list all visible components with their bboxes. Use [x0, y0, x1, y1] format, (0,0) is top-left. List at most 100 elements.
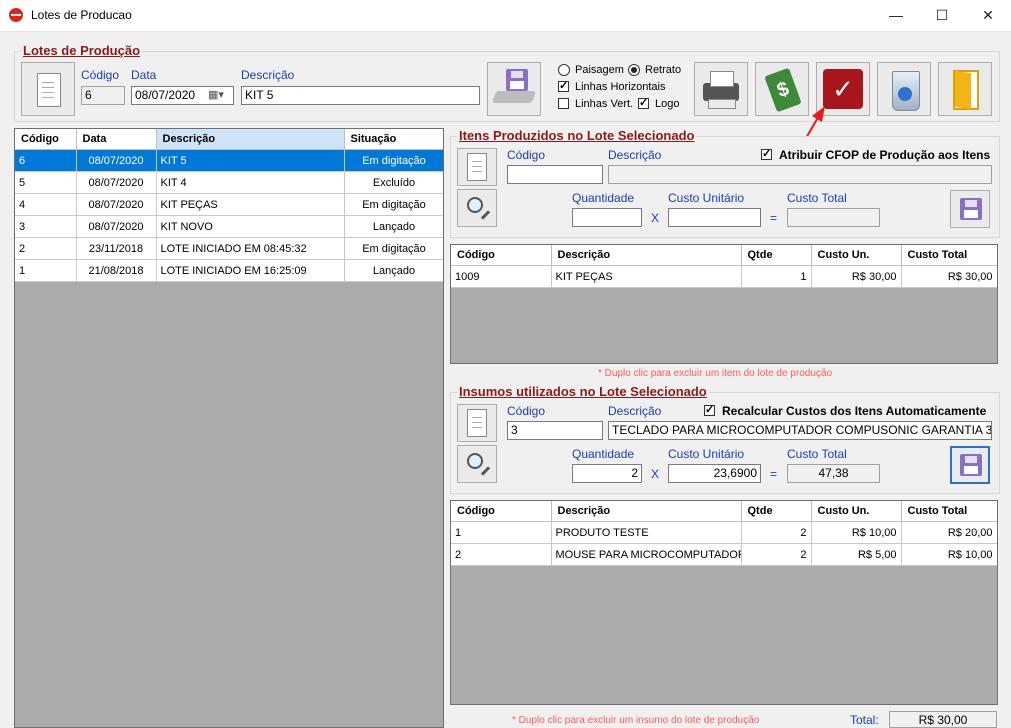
insumos-descricao-field[interactable]: TECLADO PARA MICROCOMPUTADOR COMPUSONIC … [608, 421, 992, 440]
linhas-vert-checkbox[interactable] [558, 98, 569, 109]
cell-data: 21/08/2018 [76, 259, 157, 282]
recalc-checkbox[interactable] [704, 403, 715, 416]
col-codigo[interactable]: Código [451, 245, 552, 266]
itens-codigo-field[interactable] [507, 165, 603, 184]
itens-quantidade-label: Quantidade [572, 191, 635, 205]
data-label: Data [131, 68, 157, 82]
cell-descricao: KIT PEÇAS [156, 193, 345, 216]
col-codigo[interactable]: Código [15, 129, 77, 150]
insumos-codigo-field[interactable]: 3 [507, 421, 603, 440]
insumos-save-button[interactable] [950, 446, 990, 484]
col-descricao[interactable]: Descrição [551, 245, 742, 266]
insumos-quantidade-field[interactable]: 2 [572, 464, 642, 483]
logo-label: Logo [655, 98, 680, 110]
col-custo-total[interactable]: Custo Total [901, 501, 997, 522]
col-custo-un[interactable]: Custo Un. [811, 245, 902, 266]
itens-custo-total-label: Custo Total [787, 191, 847, 205]
cell-situacao: Em digitação [344, 237, 443, 260]
retrato-radio[interactable] [628, 64, 640, 76]
maximize-button[interactable]: ☐ [919, 0, 965, 31]
floppy-icon [960, 198, 982, 220]
itens-descricao-label: Descrição [608, 148, 662, 162]
col-situacao[interactable]: Situação [344, 129, 443, 150]
cell-custo-total: R$ 30,00 [901, 265, 997, 288]
itens-eq: = [770, 211, 778, 225]
table-row[interactable]: 3 08/07/2020 KIT NOVO Lançado [15, 215, 443, 238]
table-row[interactable]: 1 PRODUTO TESTE 2 R$ 10,00 R$ 20,00 [451, 521, 997, 544]
insumos-quantidade-label: Quantidade [572, 447, 635, 461]
floppy-icon [506, 69, 528, 91]
print-button[interactable] [694, 62, 748, 116]
cell-qtde: 2 [741, 543, 812, 566]
cell-descricao: KIT PEÇAS [551, 265, 742, 288]
table-row[interactable]: 2 23/11/2018 LOTE INICIADO EM 08:45:32 E… [15, 237, 443, 260]
table-row[interactable]: 5 08/07/2020 KIT 4 Excluído [15, 171, 443, 194]
cell-codigo: 5 [15, 171, 77, 194]
lotes-grid[interactable]: Código Data Descrição Situação 6 08/07/2… [14, 128, 444, 728]
calendar-icon[interactable]: ▦▾ [208, 88, 224, 103]
col-codigo[interactable]: Código [451, 501, 552, 522]
recalc-label: Recalcular Custos dos Itens Automaticame… [722, 404, 987, 418]
col-qtde[interactable]: Qtde [741, 245, 812, 266]
linhas-horizontais-checkbox[interactable] [558, 79, 569, 92]
col-descricao[interactable]: Descrição [156, 129, 345, 150]
cell-descricao: KIT 4 [156, 171, 345, 194]
cell-custo-un: R$ 5,00 [811, 543, 902, 566]
lotes-grid-header: Código Data Descrição Situação [15, 129, 443, 150]
minimize-button[interactable]: — [873, 0, 919, 31]
table-row[interactable]: 4 08/07/2020 KIT PEÇAS Em digitação [15, 193, 443, 216]
col-descricao[interactable]: Descrição [551, 501, 742, 522]
descricao-field[interactable]: KIT 5 [241, 86, 480, 105]
exit-button[interactable] [938, 62, 992, 116]
insumos-custo-unit-field[interactable]: 23,6900 [668, 464, 761, 483]
table-row[interactable]: 6 08/07/2020 KIT 5 Em digitação [15, 149, 443, 172]
itens-new-button[interactable] [457, 148, 497, 186]
col-data[interactable]: Data [76, 129, 157, 150]
cell-custo-total: R$ 20,00 [901, 521, 997, 544]
logo-checkbox[interactable] [638, 96, 649, 109]
app-icon [9, 8, 23, 22]
insumos-new-button[interactable] [457, 404, 497, 442]
cell-codigo: 6 [15, 149, 77, 172]
itens-grid[interactable]: Código Descrição Qtde Custo Un. Custo To… [450, 244, 998, 364]
itens-search-button[interactable] [457, 189, 497, 227]
new-lote-button[interactable] [21, 62, 75, 116]
cell-descricao: LOTE INICIADO EM 16:25:09 [156, 259, 345, 282]
window-title: Lotes de Producao [31, 8, 132, 22]
insumos-group-title: Insumos utilizados no Lote Selecionado [457, 384, 709, 399]
cell-data: 08/07/2020 [76, 149, 157, 172]
col-custo-total[interactable]: Custo Total [901, 245, 997, 266]
itens-codigo-label: Código [507, 148, 546, 162]
insumos-custo-total-field: 47,38 [787, 464, 880, 483]
cell-custo-un: R$ 30,00 [811, 265, 902, 288]
itens-descricao-field[interactable] [608, 165, 992, 184]
cell-codigo: 2 [451, 543, 552, 566]
table-row[interactable]: 1 21/08/2018 LOTE INICIADO EM 16:25:09 L… [15, 259, 443, 282]
cell-codigo: 4 [15, 193, 77, 216]
insumos-eq: = [770, 467, 778, 481]
itens-quantidade-field[interactable] [572, 208, 642, 227]
cell-codigo: 2 [15, 237, 77, 260]
itens-save-button[interactable] [950, 190, 990, 228]
cell-descricao: MOUSE PARA MICROCOMPUTADOR... [551, 543, 742, 566]
delete-button[interactable] [877, 62, 931, 116]
table-row[interactable]: 1009 KIT PEÇAS 1 R$ 30,00 R$ 30,00 [451, 265, 997, 288]
itens-custo-total-field [787, 208, 880, 227]
print-setup-button[interactable] [487, 62, 541, 116]
paisagem-radio[interactable] [558, 64, 570, 76]
cell-qtde: 1 [741, 265, 812, 288]
data-picker[interactable]: 08/07/2020 ▦▾ [131, 86, 234, 105]
drive-icon [491, 91, 537, 103]
cfop-checkbox[interactable] [761, 147, 772, 160]
insumos-grid[interactable]: Código Descrição Qtde Custo Un. Custo To… [450, 500, 998, 705]
col-qtde[interactable]: Qtde [741, 501, 812, 522]
cfop-label: Atribuir CFOP de Produção aos Itens [779, 148, 991, 162]
insumos-search-button[interactable] [457, 445, 497, 483]
itens-custo-unit-field[interactable] [668, 208, 761, 227]
codigo-field[interactable]: 6 [81, 86, 125, 105]
magnifier-icon [467, 453, 483, 469]
cell-qtde: 2 [741, 521, 812, 544]
close-button[interactable]: ✕ [965, 0, 1011, 31]
table-row[interactable]: 2 MOUSE PARA MICROCOMPUTADOR... 2 R$ 5,0… [451, 543, 997, 566]
col-custo-un[interactable]: Custo Un. [811, 501, 902, 522]
